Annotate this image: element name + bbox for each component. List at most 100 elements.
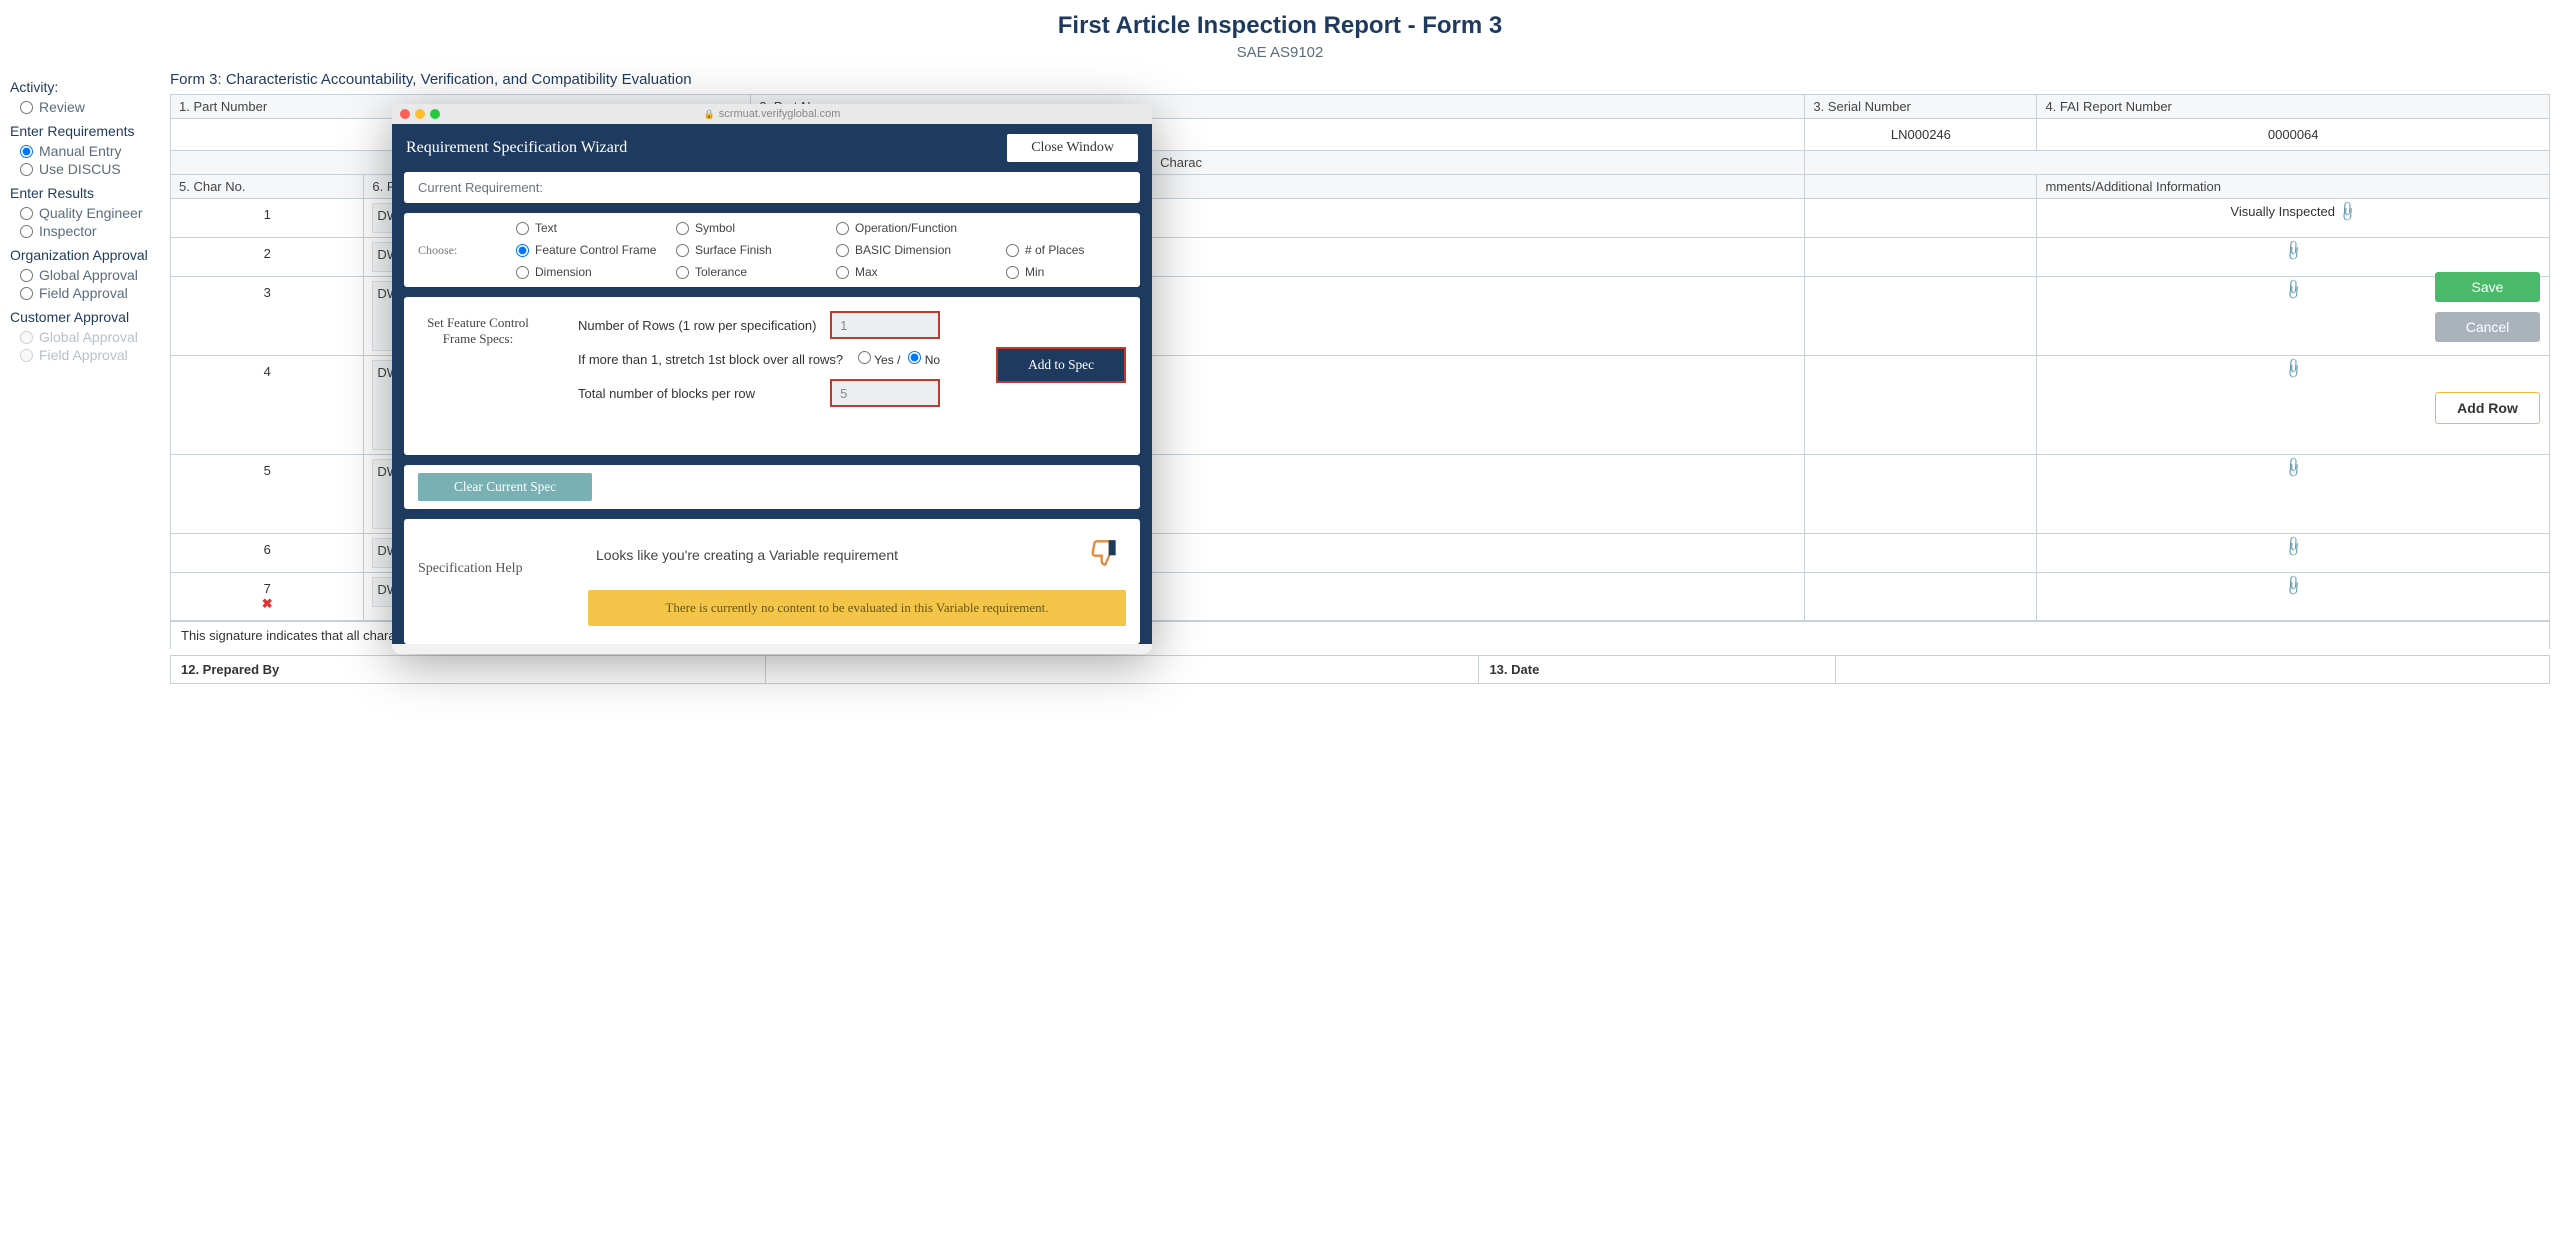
form3-label: Form 3: Characteristic Accountability, V… [170,71,2550,88]
opt-text[interactable]: Text [516,221,666,235]
radio-use-discus[interactable]: Use DISCUS [20,161,150,177]
paperclip-icon[interactable]: 📎 [2281,238,2305,262]
additional-info-cell[interactable]: 📎 [2037,573,2550,621]
add-to-spec-button[interactable]: Add to Spec [996,347,1126,383]
add-row-button[interactable]: Add Row [2435,392,2540,424]
help-panel: Specification Help Looks like you're cre… [404,519,1140,644]
stretch-no[interactable]: No [908,351,940,367]
blank-cell-2 [1805,238,2037,277]
num-rows-label: Number of Rows (1 row per specification) [578,318,816,333]
th-prepared-by: 12. Prepared By [171,656,766,684]
th-fai: 4. FAI Report Number [2037,95,2550,119]
delete-row-icon[interactable]: ✖ [179,596,355,612]
char-no: 1 [171,199,364,238]
char-no: 7✖ [171,573,364,621]
val-serial: LN000246 [1805,119,2037,151]
blank-cell-2 [1805,199,2037,238]
radio-field-approval-2: Field Approval [20,347,150,363]
clear-panel: Clear Current Spec [404,465,1140,509]
page-title: First Article Inspection Report - Form 3 [0,0,2560,40]
help-label: Specification Help [418,531,558,577]
th-additional-info: mments/Additional Information [2037,175,2550,199]
opt-symbol[interactable]: Symbol [676,221,826,235]
opt-min[interactable]: Min [1006,265,1126,279]
save-button[interactable]: Save [2435,272,2540,302]
help-warning: There is currently no content to be eval… [588,590,1126,626]
help-message: Looks like you're creating a Variable re… [596,547,898,563]
current-requirement-label: Current Requirement: [418,180,543,195]
modal-titlebar: scrmuat.verifyglobal.com [392,104,1152,124]
blocks-input[interactable] [830,379,940,407]
opt-tolerance[interactable]: Tolerance [676,265,826,279]
action-buttons: Save Cancel Add Row [2435,272,2540,424]
close-window-button[interactable]: Close Window [1007,134,1138,162]
cancel-button[interactable]: Cancel [2435,312,2540,342]
customer-approval-label: Customer Approval [10,309,150,325]
thumbs-down-icon [1090,539,1118,570]
char-no: 4 [171,356,364,455]
char-no: 2 [171,238,364,277]
page-subtitle: SAE AS9102 [0,44,2560,61]
activity-label: Activity: [10,79,150,95]
opt-surface-finish[interactable]: Surface Finish [676,243,826,257]
num-rows-input[interactable] [830,311,940,339]
opt-fcf[interactable]: Feature Control Frame [516,243,666,257]
blank-cell-2 [1805,277,2037,356]
minimize-icon[interactable] [415,109,425,119]
blocks-label: Total number of blocks per row [578,386,755,401]
val-prepared-by[interactable] [765,656,1479,684]
radio-manual-entry[interactable]: Manual Entry [20,143,150,159]
fcf-specs-label: Set Feature Control Frame Specs: [418,311,538,347]
val-date[interactable] [1836,656,2550,684]
opt-operation[interactable]: Operation/Function [836,221,996,235]
th-date: 13. Date [1479,656,1836,684]
additional-info-cell[interactable]: 📎 [2037,238,2550,277]
radio-global-approval[interactable]: Global Approval [20,267,150,283]
th-serial: 3. Serial Number [1805,95,2037,119]
paperclip-icon[interactable]: 📎 [2281,277,2305,301]
close-icon[interactable] [400,109,410,119]
clear-spec-button[interactable]: Clear Current Spec [418,473,592,501]
paperclip-icon[interactable]: 📎 [2281,534,2305,558]
blank-cell-2 [1805,573,2037,621]
maximize-icon[interactable] [430,109,440,119]
additional-info-cell[interactable]: 📎 [2037,534,2550,573]
blank-cell-2 [1805,534,2037,573]
val-fai: 0000064 [2037,119,2550,151]
fcf-panel: Set Feature Control Frame Specs: Number … [404,297,1140,455]
spec-wizard-modal: scrmuat.verifyglobal.com Requirement Spe… [392,104,1152,654]
char-no: 5 [171,455,364,534]
additional-info-cell[interactable]: 📎 [2037,455,2550,534]
enter-req-label: Enter Requirements [10,123,150,139]
modal-title: Requirement Specification Wizard [406,139,627,157]
choose-panel: Choose: Text Symbol Operation/Function F… [404,213,1140,287]
paperclip-icon[interactable]: 📎 [2281,573,2305,597]
stretch-yes[interactable]: Yes / [858,351,900,367]
stretch-label: If more than 1, stretch 1st block over a… [578,352,843,367]
modal-url: scrmuat.verifyglobal.com [704,108,841,120]
sidebar: Activity: Review Enter Requirements Manu… [10,71,150,684]
additional-info-cell[interactable]: Visually Inspected 📎 [2037,199,2550,238]
enter-results-label: Enter Results [10,185,150,201]
blank-cell-2 [1805,455,2037,534]
signature-table: 12. Prepared By 13. Date [170,655,2550,684]
paperclip-icon[interactable]: 📎 [2281,356,2305,380]
paperclip-icon[interactable]: 📎 [2281,455,2305,479]
radio-inspector[interactable]: Inspector [20,223,150,239]
choose-label: Choose: [418,221,466,258]
opt-max[interactable]: Max [836,265,996,279]
radio-global-approval-2: Global Approval [20,329,150,345]
char-no: 3 [171,277,364,356]
current-requirement-panel: Current Requirement: [404,172,1140,203]
paperclip-icon[interactable]: 📎 [2335,199,2359,223]
th-char-no: 5. Char No. [171,175,364,199]
opt-basic[interactable]: BASIC Dimension [836,243,996,257]
org-approval-label: Organization Approval [10,247,150,263]
opt-dimension[interactable]: Dimension [516,265,666,279]
opt-places[interactable]: # of Places [1006,243,1126,257]
char-no: 6 [171,534,364,573]
radio-quality-engineer[interactable]: Quality Engineer [20,205,150,221]
blank-cell-2 [1805,356,2037,455]
radio-field-approval[interactable]: Field Approval [20,285,150,301]
radio-review[interactable]: Review [20,99,150,115]
